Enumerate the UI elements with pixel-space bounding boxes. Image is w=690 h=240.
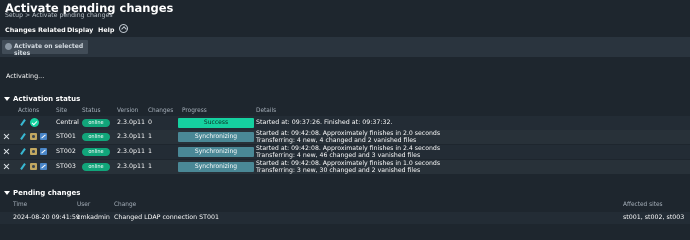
menu-help[interactable]: Help bbox=[98, 26, 114, 34]
changes-count: 0 bbox=[148, 119, 153, 126]
progress-bar: Synchronizing bbox=[178, 132, 254, 142]
site-name[interactable]: ST003 bbox=[56, 163, 76, 170]
change-user: cmkadmin bbox=[77, 214, 110, 221]
version: 2.3.0p11 bbox=[117, 163, 146, 170]
change-text: Changed LDAP connection ST001 bbox=[114, 214, 220, 221]
details: Started at: 09:42:08. Approximately fini… bbox=[256, 130, 440, 145]
col-version: Version bbox=[117, 108, 139, 114]
table-row: ST001 online 2.3.0p11 1 Synchronizing St… bbox=[0, 130, 690, 144]
col-status: Status bbox=[82, 108, 101, 114]
col-user: User bbox=[77, 202, 91, 208]
status-badge: online bbox=[82, 133, 110, 141]
progress-bar: Success bbox=[178, 118, 254, 128]
activate-selected-label: Activate on selected sites bbox=[14, 43, 84, 57]
details-line: Transferring: 3 new, 30 changed and 2 va… bbox=[256, 166, 421, 174]
status-badge: online bbox=[82, 163, 110, 171]
edit-icon[interactable] bbox=[20, 163, 26, 170]
site-action-icon[interactable] bbox=[40, 163, 47, 170]
activation-status-header[interactable]: Activation status bbox=[0, 94, 690, 105]
site-action-icon[interactable] bbox=[40, 148, 47, 155]
details-line: Transferring: 4 new, 46 changed and 3 va… bbox=[256, 151, 421, 159]
site-name[interactable]: Central bbox=[56, 119, 79, 126]
col-affected-sites: Affected sites bbox=[623, 202, 663, 208]
details: Started at: 09:42:08. Approximately fini… bbox=[256, 160, 440, 175]
pending-changes-title: Pending changes bbox=[13, 189, 81, 197]
image-icon[interactable] bbox=[30, 133, 37, 140]
menu-changes[interactable]: Changes bbox=[5, 26, 36, 34]
changes-count: 1 bbox=[148, 148, 153, 155]
check-circle-icon bbox=[30, 118, 39, 127]
edit-icon[interactable] bbox=[20, 133, 26, 140]
close-icon[interactable] bbox=[4, 134, 9, 139]
version: 2.3.0p11 bbox=[117, 133, 146, 140]
close-icon[interactable] bbox=[4, 149, 9, 154]
collapse-triangle-icon bbox=[4, 97, 10, 101]
image-icon[interactable] bbox=[30, 163, 37, 170]
col-details: Details bbox=[256, 108, 277, 114]
col-actions: Actions bbox=[18, 108, 40, 114]
breadcrumb[interactable]: Setup > Activate pending changes bbox=[5, 12, 113, 19]
site-name[interactable]: ST002 bbox=[56, 148, 76, 155]
table-row: ST003 online 2.3.0p11 1 Synchronizing St… bbox=[0, 160, 690, 174]
col-time: Time bbox=[13, 202, 28, 208]
table-row: Central online 2.3.0p11 0 Success Starte… bbox=[0, 116, 690, 130]
details: Started at: 09:37:26. Finished at: 09:37… bbox=[256, 119, 393, 126]
details-line: Transferring: 4 new, 4 changed and 2 van… bbox=[256, 136, 417, 144]
change-time: 2024-08-20 09:41:59 bbox=[13, 214, 80, 221]
image-icon[interactable] bbox=[30, 148, 37, 155]
changes-count: 1 bbox=[148, 133, 153, 140]
activate-icon bbox=[5, 43, 12, 50]
activate-selected-button[interactable]: Activate on selected sites bbox=[2, 40, 88, 57]
close-icon[interactable] bbox=[4, 164, 9, 169]
progress-bar: Synchronizing bbox=[178, 162, 254, 172]
progress-bar: Synchronizing bbox=[178, 147, 254, 157]
toolbar bbox=[0, 37, 690, 57]
version: 2.3.0p11 bbox=[117, 148, 146, 155]
menu-bar: Changes Related Display Help bbox=[0, 22, 690, 36]
menu-related[interactable]: Related bbox=[38, 26, 66, 34]
edit-icon[interactable] bbox=[20, 119, 26, 126]
col-progress: Progress bbox=[182, 108, 207, 114]
activation-status-title: Activation status bbox=[13, 95, 81, 103]
col-changes: Changes bbox=[148, 108, 174, 114]
status-badge: online bbox=[82, 119, 110, 127]
collapse-triangle-icon bbox=[4, 191, 10, 195]
table-row: 2024-08-20 09:41:59 cmkadmin Changed LDA… bbox=[0, 212, 690, 224]
site-name[interactable]: ST001 bbox=[56, 133, 76, 140]
col-site: Site bbox=[56, 108, 68, 114]
chevron-up-icon[interactable] bbox=[119, 24, 128, 33]
status-badge: online bbox=[82, 148, 110, 156]
page-header: Activate pending changes Setup > Activat… bbox=[0, 0, 690, 22]
table-row: ST002 online 2.3.0p11 1 Synchronizing St… bbox=[0, 145, 690, 159]
changes-count: 1 bbox=[148, 163, 153, 170]
details: Started at: 09:42:08. Approximately fini… bbox=[256, 145, 440, 160]
version: 2.3.0p11 bbox=[117, 119, 146, 126]
col-change: Change bbox=[114, 202, 137, 208]
pending-changes-header[interactable]: Pending changes bbox=[0, 188, 690, 199]
status-message: Activating... bbox=[6, 72, 45, 80]
menu-display[interactable]: Display bbox=[67, 26, 93, 34]
edit-icon[interactable] bbox=[20, 148, 26, 155]
affected-sites: st001, st002, st003 bbox=[623, 214, 685, 221]
site-action-icon[interactable] bbox=[40, 133, 47, 140]
